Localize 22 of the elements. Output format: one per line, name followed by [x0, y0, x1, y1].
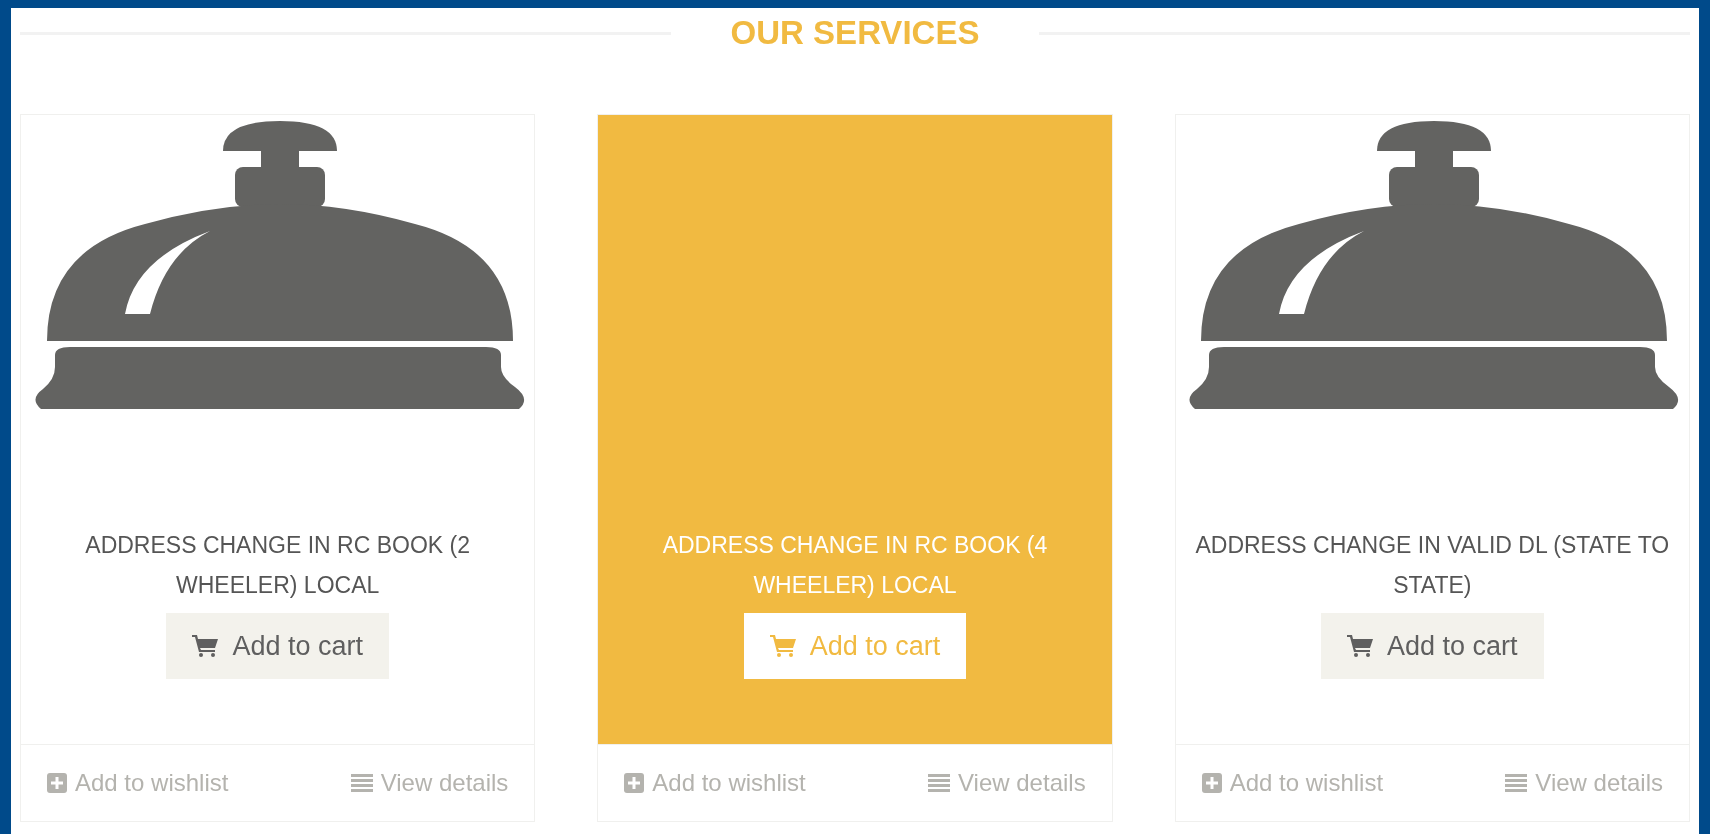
view-details-link[interactable]: View details — [1505, 765, 1663, 801]
product-title[interactable]: ADDRESS CHANGE IN RC BOOK (2 WHEELER) LOCAL — [21, 525, 535, 605]
cart-icon — [1347, 635, 1374, 657]
add-to-cart-button[interactable]: Add to cart — [1321, 613, 1544, 679]
wishlist-link[interactable]: Add to wishlist — [47, 765, 229, 801]
plus-square-icon — [47, 773, 67, 793]
wishlist-link[interactable]: Add to wishlist — [624, 765, 806, 801]
view-details-link[interactable]: View details — [928, 765, 1086, 801]
list-icon — [1505, 774, 1528, 792]
wishlist-link[interactable]: Add to wishlist — [1201, 765, 1384, 801]
list-icon — [350, 774, 373, 792]
section-heading: OUR SERVICES — [729, 13, 981, 54]
cart-icon — [769, 635, 796, 657]
view-details-link[interactable]: View details — [350, 765, 509, 801]
cart-icon — [192, 635, 219, 657]
plus-square-icon — [624, 773, 645, 793]
product-title[interactable]: ADDRESS CHANGE IN VALID DL (STATE TO STATE) — [1175, 525, 1689, 605]
product-title[interactable]: ADDRESS CHANGE IN RC BOOK (4 WHEELER) LOCAL — [598, 525, 1112, 605]
add-to-cart-button[interactable]: Add to cart — [166, 613, 389, 679]
list-icon — [928, 774, 950, 792]
plus-square-icon — [1201, 773, 1222, 793]
add-to-cart-button[interactable]: Add to cart — [743, 613, 967, 679]
